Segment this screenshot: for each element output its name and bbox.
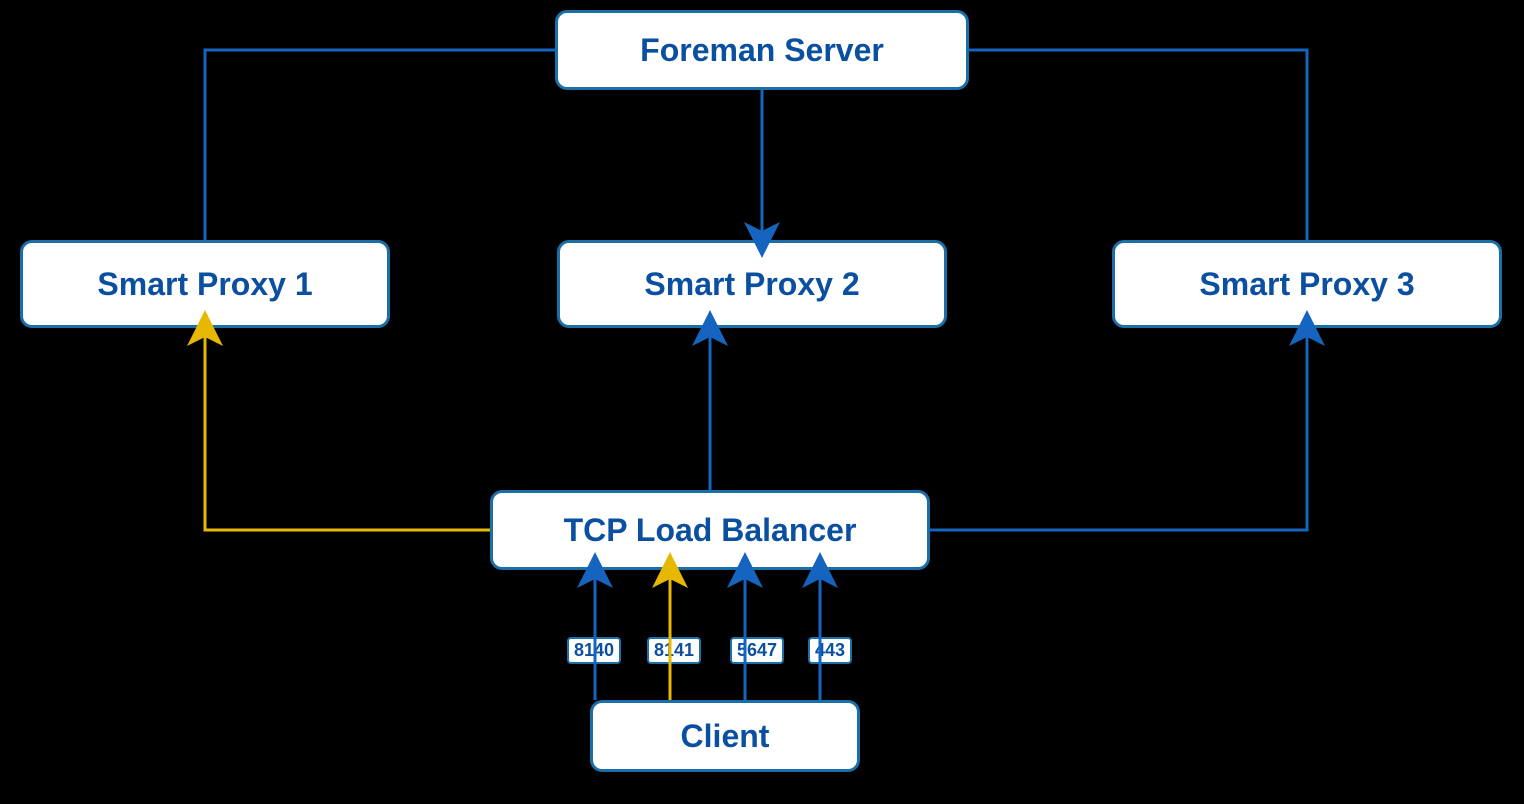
- foreman-to-proxy3-line: [969, 50, 1307, 240]
- foreman-server-node: Foreman Server: [555, 10, 969, 90]
- port-443: 443: [808, 637, 852, 664]
- lb-to-proxy1-yellow-arrow: [205, 328, 490, 530]
- foreman-server-label: Foreman Server: [640, 32, 884, 69]
- smart-proxy-2-label: Smart Proxy 2: [644, 266, 859, 303]
- port-8140: 8140: [567, 637, 621, 664]
- port-8141: 8141: [647, 637, 701, 664]
- client-label: Client: [681, 718, 770, 755]
- diagram: Foreman Server Smart Proxy 1 Smart Proxy…: [0, 0, 1524, 804]
- port-5647: 5647: [730, 637, 784, 664]
- client-node: Client: [590, 700, 860, 772]
- smart-proxy-1-node: Smart Proxy 1: [20, 240, 390, 328]
- smart-proxy-1-label: Smart Proxy 1: [97, 266, 312, 303]
- lb-to-proxy3-arrow: [930, 328, 1307, 530]
- arrows-svg: [0, 0, 1524, 804]
- foreman-to-proxy1-line: [205, 50, 555, 240]
- smart-proxy-2-node: Smart Proxy 2: [557, 240, 947, 328]
- smart-proxy-3-label: Smart Proxy 3: [1199, 266, 1414, 303]
- smart-proxy-3-node: Smart Proxy 3: [1112, 240, 1502, 328]
- tcp-load-balancer-label: TCP Load Balancer: [564, 512, 857, 549]
- tcp-load-balancer-node: TCP Load Balancer: [490, 490, 930, 570]
